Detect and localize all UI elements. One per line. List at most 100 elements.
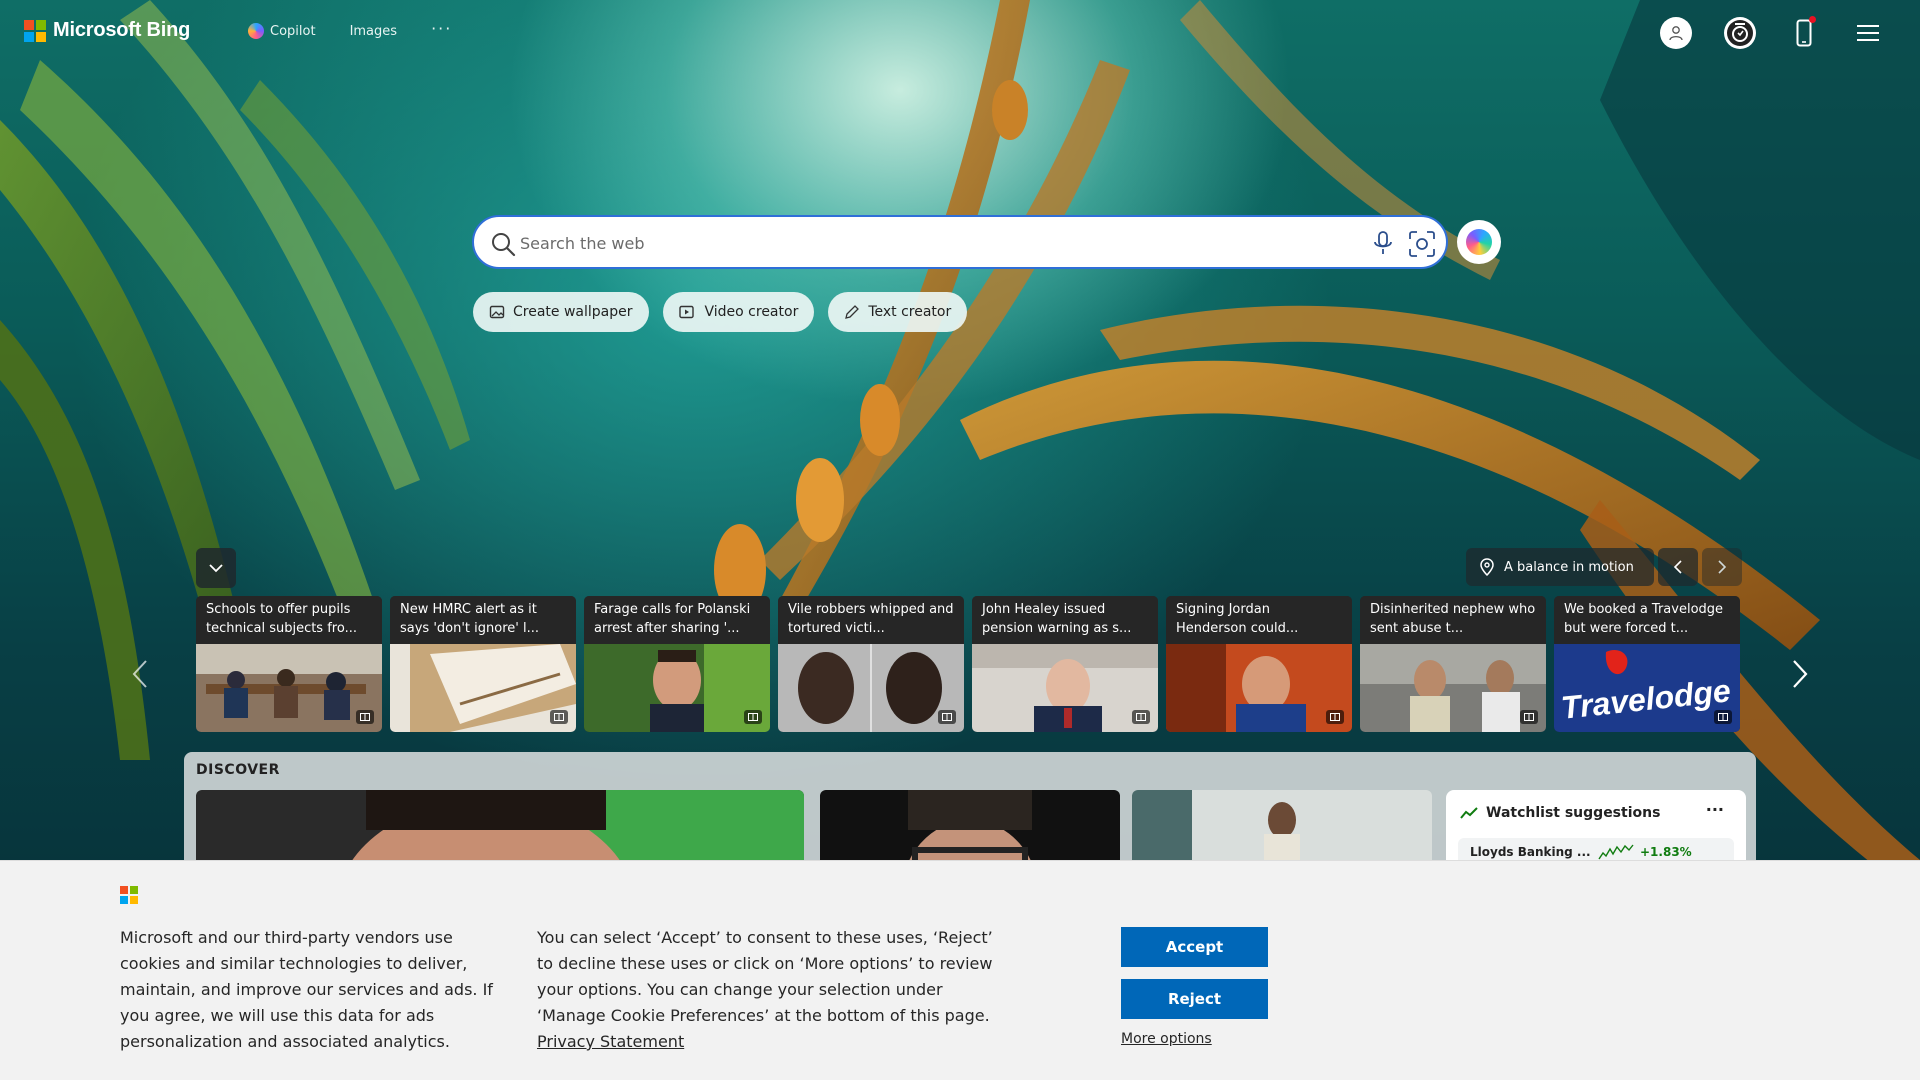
cookie-consent-banner: Microsoft and our third-party vendors us… [0, 860, 1920, 1080]
news-scroll-right-button[interactable] [1788, 658, 1812, 690]
news-card-image [778, 644, 964, 732]
menu-button[interactable] [1852, 17, 1884, 49]
text-creator-label: Text creator [868, 304, 952, 320]
rewards-icon [1727, 20, 1753, 46]
news-card[interactable]: New HMRC alert as it says 'don't ignore'… [390, 596, 576, 732]
nav-images[interactable]: Images [350, 24, 398, 39]
cookie-description: Microsoft and our third-party vendors us… [120, 928, 493, 1051]
news-card-title: Farage calls for Polanski arrest after s… [584, 596, 770, 644]
news-card-image [196, 644, 382, 732]
more-icon[interactable]: ··· [1706, 800, 1724, 819]
news-card-image [1166, 644, 1352, 732]
search-box[interactable] [472, 215, 1448, 269]
news-card[interactable]: Disinherited nephew who sent abuse t... [1360, 596, 1546, 732]
nav-more[interactable]: ··· [431, 19, 452, 38]
cookie-instructions-text: You can select ‘Accept’ to consent to th… [537, 928, 993, 1025]
nav-images-label: Images [349, 23, 398, 39]
header-actions [1660, 16, 1884, 49]
brand-name: Microsoft Bing [53, 19, 191, 41]
news-card-title: New HMRC alert as it says 'don't ignore'… [390, 596, 576, 644]
visual-search-icon[interactable] [1408, 230, 1436, 258]
video-badge-icon [356, 710, 374, 724]
discover-title: DISCOVER [196, 762, 280, 778]
news-card-title: We booked a Travelodge but were forced t… [1554, 596, 1740, 644]
news-card-image: Travelodge [1554, 644, 1740, 732]
image-info-button[interactable]: A balance in motion [1466, 548, 1654, 586]
video-badge-icon [1714, 710, 1732, 724]
create-wallpaper-button[interactable]: Create wallpaper [473, 292, 649, 332]
news-card[interactable]: We booked a Travelodge but were forced t… [1554, 596, 1740, 732]
news-card-title: Disinherited nephew who sent abuse t... [1360, 596, 1546, 644]
previous-image-button[interactable] [1658, 548, 1698, 586]
microsoft-logo-icon [120, 886, 138, 904]
wallpaper-icon [489, 305, 505, 319]
news-card-title: John Healey issued pension warning as s.… [972, 596, 1158, 644]
nav-copilot-label: Copilot [270, 23, 316, 39]
news-card-title: Signing Jordan Henderson could... [1166, 596, 1352, 644]
news-card-title: Schools to offer pupils technical subjec… [196, 596, 382, 644]
top-header: Microsoft Bing Copilot Images ··· [0, 0, 1920, 66]
news-card-image [1360, 644, 1546, 732]
next-image-button[interactable] [1702, 548, 1742, 586]
watchlist-title: Watchlist suggestions [1486, 805, 1661, 821]
chevron-left-icon [132, 660, 147, 688]
video-badge-icon [1326, 710, 1344, 724]
video-badge-icon [744, 710, 762, 724]
news-card-image [972, 644, 1158, 732]
quick-action-pills: Create wallpaper Video creator Text crea… [473, 292, 968, 332]
news-card[interactable]: Farage calls for Polanski arrest after s… [584, 596, 770, 732]
accept-button[interactable]: Accept [1121, 927, 1268, 967]
cookie-instructions: You can select ‘Accept’ to consent to th… [537, 925, 997, 1055]
location-pin-icon [1480, 558, 1494, 576]
news-strip: Schools to offer pupils technical subjec… [196, 596, 1740, 732]
nav-copilot[interactable]: Copilot [248, 23, 316, 39]
microsoft-logo-icon [24, 19, 46, 42]
news-card[interactable]: John Healey issued pension warning as s.… [972, 596, 1158, 732]
account-icon [1669, 26, 1683, 41]
rewards-button[interactable] [1724, 17, 1756, 49]
news-card[interactable]: Signing Jordan Henderson could... [1166, 596, 1352, 732]
news-card-title: Vile robbers whipped and tortured victi.… [778, 596, 964, 644]
news-card[interactable]: Schools to offer pupils technical subjec… [196, 596, 382, 732]
mobile-icon [1796, 19, 1812, 47]
microphone-icon[interactable] [1372, 230, 1394, 256]
video-badge-icon [1132, 710, 1150, 724]
copilot-icon [248, 23, 264, 39]
notification-dot [1809, 16, 1816, 23]
chevron-right-icon [1793, 660, 1808, 688]
chevron-right-icon [1718, 560, 1727, 574]
bing-logo[interactable]: Microsoft Bing [24, 19, 190, 42]
pen-icon [845, 305, 860, 319]
news-card-image [390, 644, 576, 732]
image-info-label: A balance in motion [1504, 559, 1634, 575]
search-icon [492, 233, 516, 257]
stock-change: +1.83% [1640, 845, 1692, 859]
menu-icon [1857, 25, 1879, 41]
search-area [472, 215, 1501, 269]
copilot-search-button[interactable] [1457, 220, 1501, 264]
stock-chart-icon [1460, 807, 1478, 819]
account-button[interactable] [1660, 17, 1692, 49]
mobile-button[interactable] [1788, 16, 1820, 49]
collapse-feed-button[interactable] [196, 548, 236, 588]
video-creator-button[interactable]: Video creator [662, 292, 815, 332]
video-creator-label: Video creator [704, 304, 799, 320]
stock-name: Lloyds Banking ... [1470, 845, 1591, 859]
video-icon [678, 305, 694, 319]
news-card-image [584, 644, 770, 732]
video-badge-icon [550, 710, 568, 724]
sparkline-icon [1598, 844, 1634, 860]
text-creator-button[interactable]: Text creator [828, 292, 968, 332]
more-icon: ··· [431, 18, 453, 38]
chevron-left-icon [1673, 560, 1682, 574]
copilot-icon [1466, 229, 1492, 255]
search-input[interactable] [520, 229, 1320, 257]
privacy-statement-link[interactable]: Privacy Statement [537, 1032, 684, 1051]
video-badge-icon [938, 710, 956, 724]
news-card[interactable]: Vile robbers whipped and tortured victi.… [778, 596, 964, 732]
chevron-down-icon [209, 564, 223, 573]
news-scroll-left-button[interactable] [128, 658, 152, 690]
create-wallpaper-label: Create wallpaper [513, 304, 633, 320]
more-options-link[interactable]: More options [1121, 1031, 1212, 1047]
reject-button[interactable]: Reject [1121, 979, 1268, 1019]
